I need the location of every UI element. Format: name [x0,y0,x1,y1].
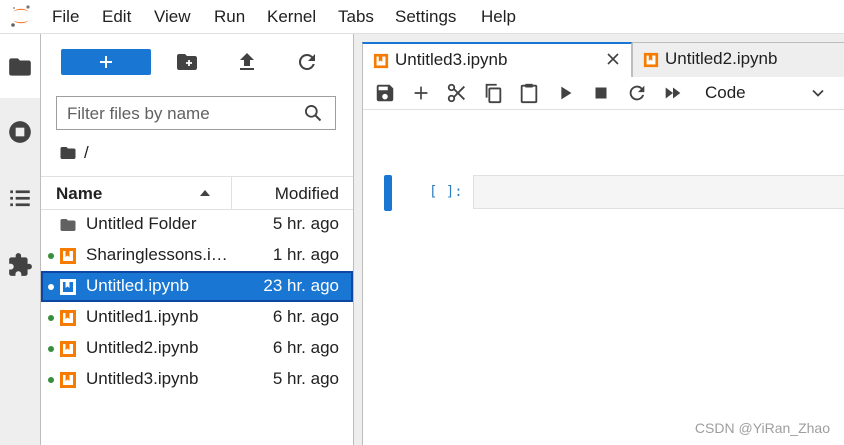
main-area: Untitled3.ipynb Untitled2.ipynb Code []… [354,34,844,445]
copy-icon[interactable] [482,82,504,104]
column-modified-header[interactable]: Modified [275,184,339,204]
upload-icon[interactable] [235,50,259,74]
notebook-toolbar: Code [363,77,844,110]
running-indicator [48,315,54,321]
tab-untitled2[interactable]: Untitled2.ipynb [632,42,844,77]
search-icon [303,103,323,123]
running-indicator [48,253,54,259]
menu-kernel[interactable]: Kernel [267,6,316,27]
refresh-icon[interactable] [295,50,319,74]
file-modified: 23 hr. ago [263,276,339,295]
menu-bar: File Edit View Run Kernel Tabs Settings … [0,0,844,34]
running-indicator [48,284,54,290]
file-row[interactable]: Untitled2.ipynb 6 hr. ago [41,333,353,364]
sort-ascending-icon[interactable] [199,189,211,197]
running-indicator [48,377,54,383]
running-indicator [48,346,54,352]
file-browser: / Name Modified Untitled Folder 5 hr. ag… [41,34,354,445]
restart-icon[interactable] [626,82,648,104]
extension-icon[interactable] [7,252,33,278]
file-modified: 5 hr. ago [272,369,339,388]
paste-icon[interactable] [518,82,540,104]
filter-files-input[interactable] [65,102,299,126]
table-of-contents-icon[interactable] [7,185,33,211]
filter-box [56,96,336,130]
notebook-panel: Code [ ]: [362,77,844,445]
cut-icon[interactable] [446,82,468,104]
cell-input-editor[interactable] [473,175,844,209]
notebook-icon [59,371,77,389]
home-folder-icon[interactable] [59,144,77,162]
running-icon[interactable] [7,119,33,145]
run-icon[interactable] [554,82,576,104]
watermark: CSDN @YiRan_Zhao [694,420,830,436]
jupyter-logo-icon[interactable] [9,4,33,28]
menu-help[interactable]: Help [481,6,516,27]
breadcrumb-path[interactable]: / [84,143,89,163]
file-row[interactable]: Untitled1.ipynb 6 hr. ago [41,302,353,333]
file-modified: 5 hr. ago [272,214,339,233]
cell-type-select[interactable]: Code [705,81,833,105]
file-modified: 6 hr. ago [272,338,339,357]
file-name: Untitled.ipynb [86,276,190,295]
column-name-header[interactable]: Name [56,184,102,204]
menu-settings[interactable]: Settings [395,6,456,27]
menu-run[interactable]: Run [214,6,245,27]
file-list-header: Name Modified [41,176,353,210]
interrupt-icon[interactable] [590,82,612,104]
file-modified: 6 hr. ago [272,307,339,326]
menu-file[interactable]: File [52,6,79,27]
file-name: Untitled1.ipynb [86,307,199,326]
folder-icon[interactable] [7,54,33,80]
tab-label: Untitled2.ipynb [665,49,778,68]
code-cell[interactable]: [ ]: [363,175,844,211]
file-name: Sharinglessons.ipynb [86,245,231,264]
save-icon[interactable] [374,82,396,104]
file-modified: 1 hr. ago [272,245,339,264]
notebook-icon [643,52,659,68]
cell-collapser[interactable] [384,175,392,211]
notebook-icon [59,340,77,358]
file-row[interactable]: Untitled Folder 5 hr. ago [41,209,353,240]
tab-label: Untitled3.ipynb [395,50,508,69]
new-folder-icon[interactable] [175,50,199,74]
run-all-icon[interactable] [662,82,684,104]
cell-prompt: [ ]: [429,184,463,200]
file-row-selected[interactable]: Untitled.ipynb 23 hr. ago [41,271,353,302]
menu-tabs[interactable]: Tabs [338,6,374,27]
notebook-icon [59,247,77,265]
notebook-icon [373,53,389,69]
menu-view[interactable]: View [154,6,191,27]
notebook-icon [59,278,77,296]
activity-bar [0,34,41,445]
chevron-down-icon [811,86,825,100]
add-cell-icon[interactable] [410,82,432,104]
close-icon[interactable] [605,51,621,67]
tab-untitled3[interactable]: Untitled3.ipynb [362,42,632,77]
folder-icon [59,216,77,234]
file-name: Untitled Folder [86,214,197,233]
new-launcher-button[interactable] [61,49,151,75]
tab-bar: Untitled3.ipynb Untitled2.ipynb [354,34,844,77]
file-name: Untitled3.ipynb [86,369,199,388]
menu-edit[interactable]: Edit [102,6,131,27]
notebook-icon [59,309,77,327]
file-row[interactable]: Sharinglessons.ipynb 1 hr. ago [41,240,353,271]
file-row[interactable]: Untitled3.ipynb 5 hr. ago [41,364,353,395]
file-name: Untitled2.ipynb [86,338,199,357]
column-divider[interactable] [231,177,232,209]
cell-type-value: Code [705,83,746,102]
